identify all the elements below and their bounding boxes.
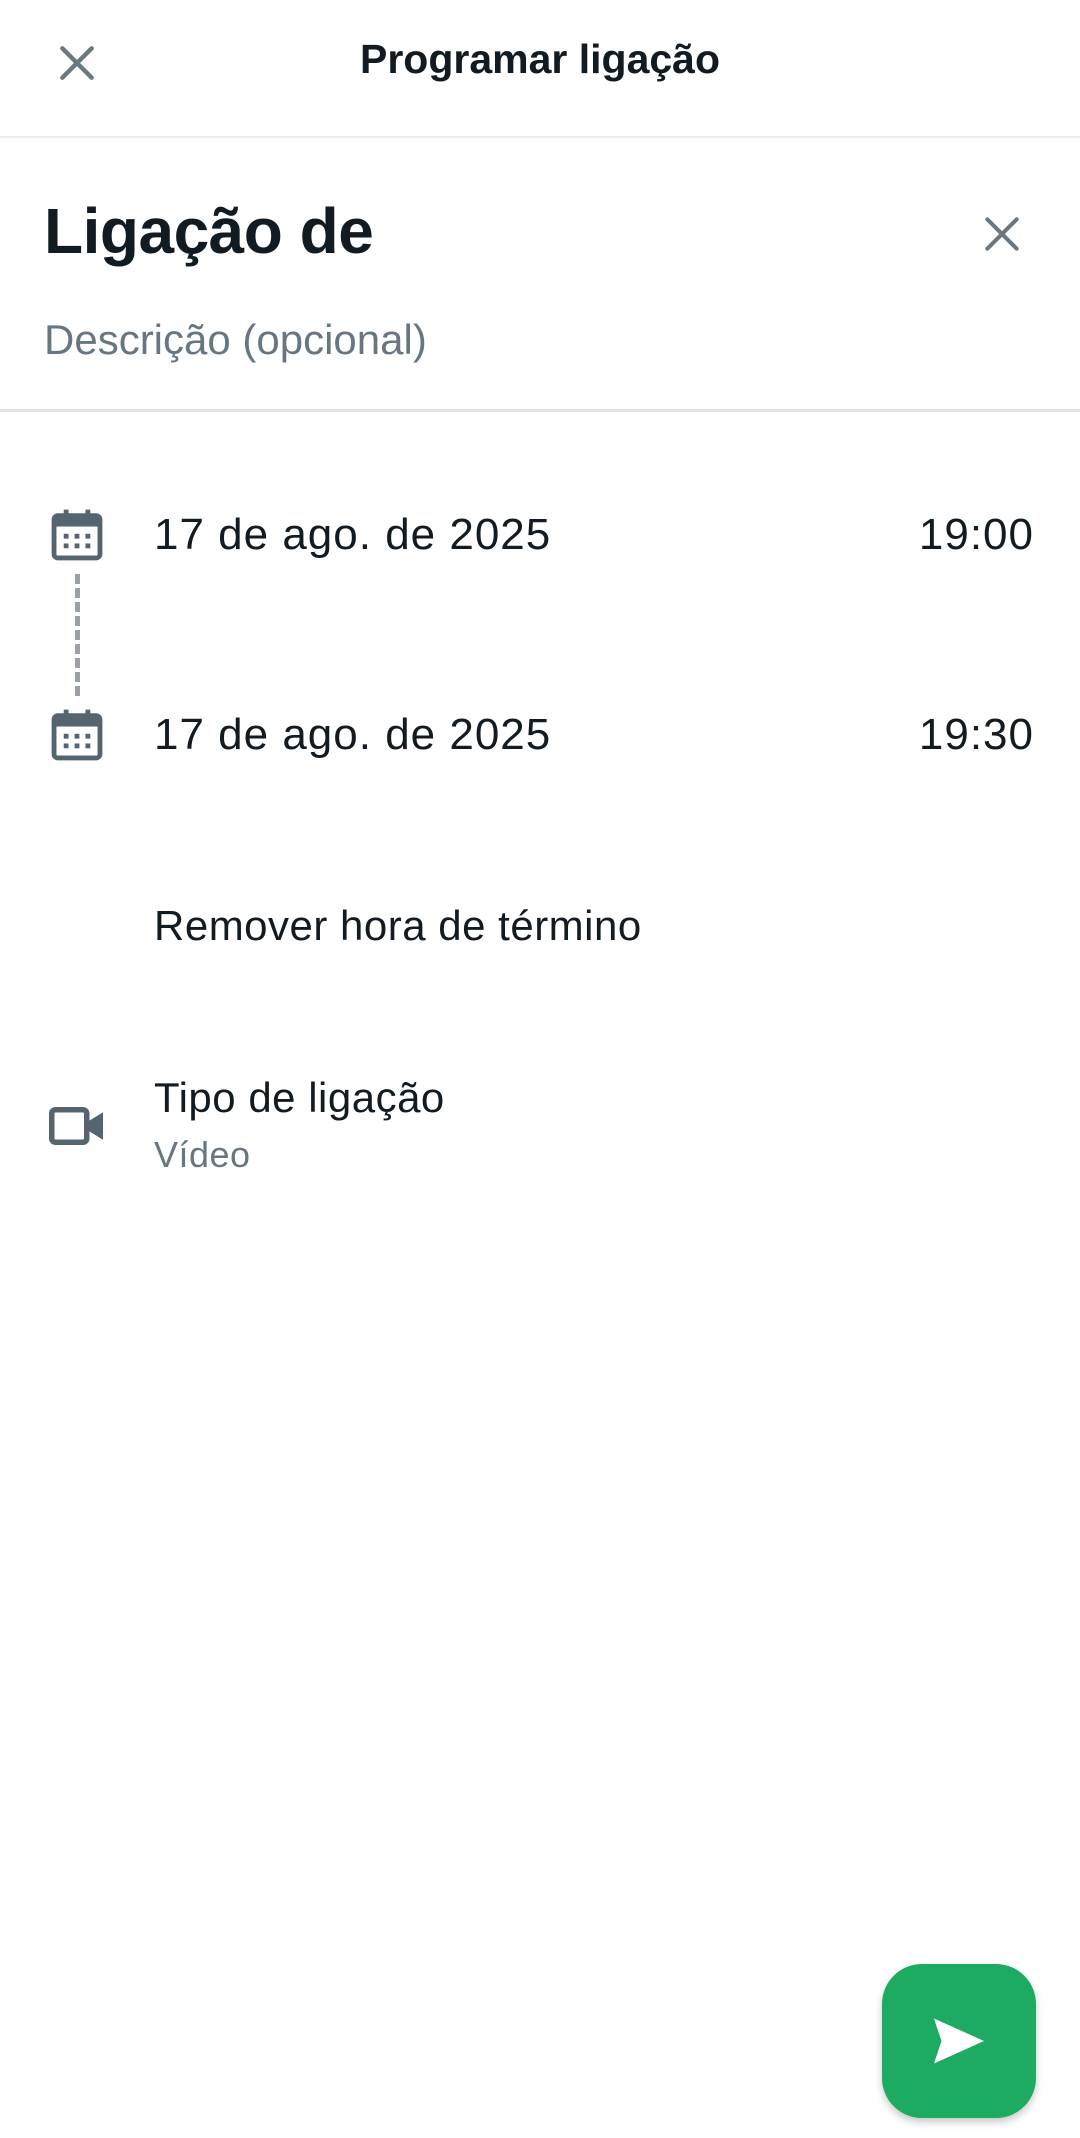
video-camera-icon — [49, 1107, 103, 1145]
call-type-label: Tipo de ligação — [154, 1074, 445, 1121]
calendar-icon — [51, 709, 103, 761]
call-details-header: Ligação de — [0, 140, 1080, 412]
call-type-value: Vídeo — [154, 1134, 251, 1175]
description-input[interactable] — [44, 316, 944, 364]
send-icon — [934, 2018, 984, 2064]
start-time[interactable]: 19:00 — [919, 510, 1034, 560]
end-datetime-row[interactable]: 17 de ago. de 2025 19:30 — [0, 678, 1080, 788]
call-name-input[interactable]: Ligação de — [44, 194, 374, 268]
calendar-icon — [51, 509, 103, 561]
send-button[interactable] — [882, 1964, 1036, 2118]
call-type-row[interactable]: Tipo de ligação Vídeo — [0, 1060, 1080, 1190]
clear-icon — [985, 217, 1019, 251]
end-date[interactable]: 17 de ago. de 2025 — [154, 710, 551, 760]
remove-end-time-button[interactable]: Remover hora de término — [154, 902, 642, 950]
clear-name-button[interactable] — [970, 202, 1034, 266]
top-app-bar: Programar ligação — [0, 0, 1080, 138]
page-title: Programar ligação — [359, 36, 721, 82]
end-time[interactable]: 19:30 — [919, 710, 1034, 760]
start-date[interactable]: 17 de ago. de 2025 — [154, 510, 551, 560]
start-datetime-row[interactable]: 17 de ago. de 2025 19:00 — [0, 478, 1080, 588]
